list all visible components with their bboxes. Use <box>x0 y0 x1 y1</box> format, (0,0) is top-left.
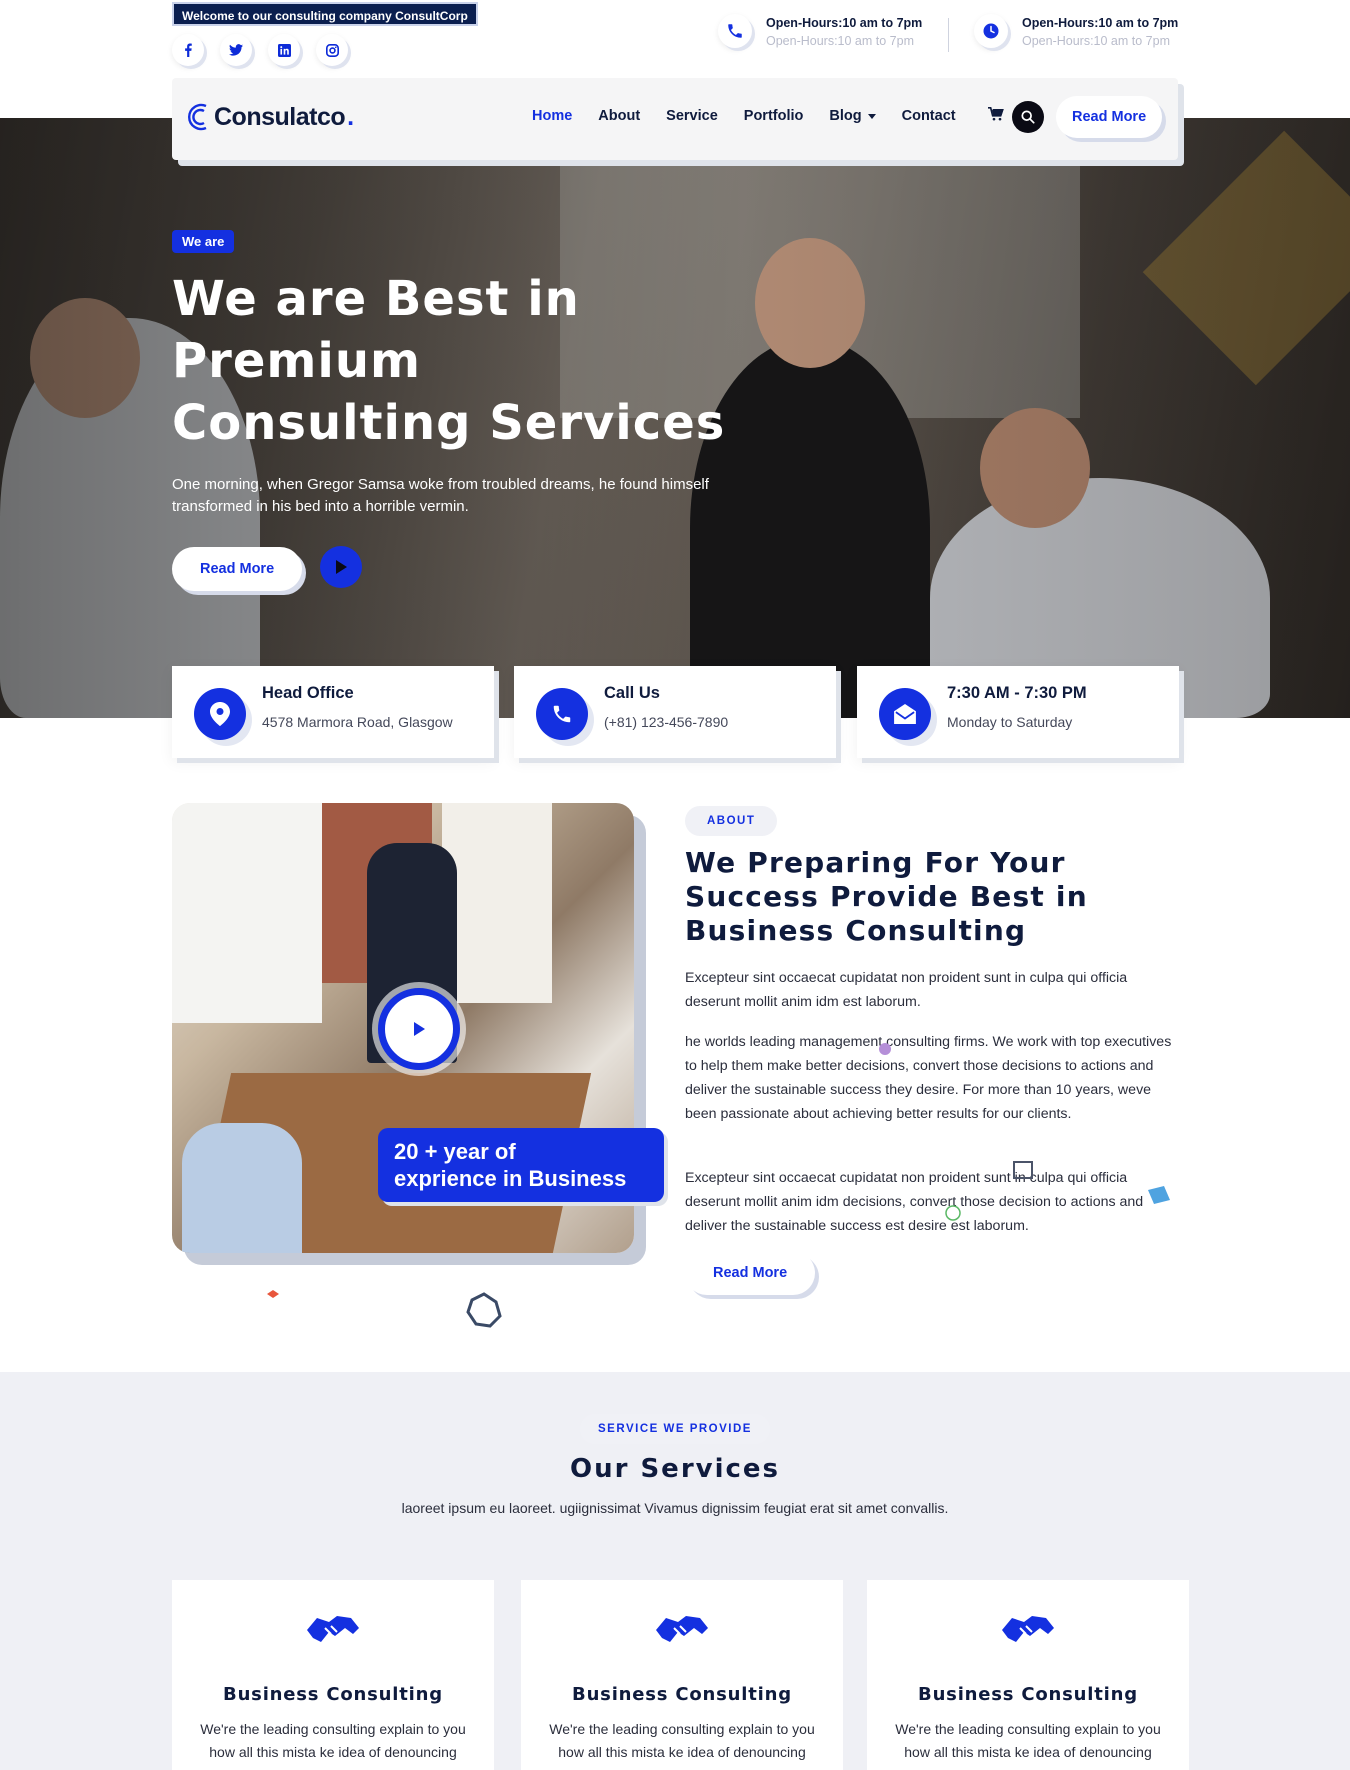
hours-sub-1: Open-Hours:10 am to 7pm <box>766 34 914 48</box>
info-card-sub: Monday to Saturday <box>947 714 1073 730</box>
services-title: Our Services <box>569 1454 781 1484</box>
about-paragraph-1: Excepteur sint occaecat cupidatat non pr… <box>685 970 1128 1010</box>
nav-read-more-button[interactable]: Read More <box>1056 96 1163 138</box>
service-card-title: Business Consulting <box>572 1684 792 1705</box>
about-paragraph-3: Excepteur sint occaecat cupidatat non pr… <box>685 1170 1144 1234</box>
service-card-title: Business Consulting <box>918 1684 1138 1705</box>
envelope-icon <box>879 688 931 740</box>
about-read-more-button[interactable]: Read More <box>685 1251 816 1295</box>
service-card-text: We're the leading consulting explain to … <box>895 1721 1161 1770</box>
nav-item-blog-dropdown[interactable]: Blog <box>829 108 876 124</box>
clock-icon <box>974 14 1008 48</box>
search-icon <box>1021 110 1035 124</box>
info-card-sub: (+81) 123-456-7890 <box>604 714 729 730</box>
decor-leaf-icon <box>1148 1186 1170 1204</box>
nav-item-contact[interactable]: Contact <box>902 108 956 124</box>
service-card-text: We're the leading consulting explain to … <box>549 1721 815 1770</box>
about-tag: ABOUT <box>685 806 778 836</box>
info-card-head-office: Head Office 4578 Marmora Road, Glasgow <box>172 666 494 758</box>
nav-item-home[interactable]: Home <box>532 108 572 124</box>
decor-dot-icon <box>879 1043 891 1055</box>
nav-item-about[interactable]: About <box>598 108 640 124</box>
logo-icon <box>188 103 207 131</box>
nav-item-blog[interactable]: Blog <box>829 108 861 124</box>
instagram-icon[interactable] <box>316 34 348 66</box>
phone-icon <box>536 688 588 740</box>
experience-badge: 20 + year of exprience in Business <box>378 1128 664 1202</box>
info-card-sub: 4578 Marmora Road, Glasgow <box>262 714 453 730</box>
decor-fish-icon <box>267 1290 279 1298</box>
location-pin-icon <box>194 688 246 740</box>
info-card-title: 7:30 AM - 7:30 PM <box>947 684 1087 702</box>
linkedin-icon[interactable] <box>268 34 300 66</box>
services-tag: SERVICE WE PROVIDE <box>580 1414 770 1444</box>
search-button[interactable] <box>1012 101 1044 133</box>
experience-line-2: exprience in Business <box>394 1166 627 1191</box>
about-video-play-button[interactable] <box>378 988 460 1070</box>
service-card[interactable]: Business Consulting We're the leading co… <box>867 1580 1189 1770</box>
about-title: We Preparing For Your Success Provide Be… <box>685 846 1088 947</box>
nav-item-service[interactable]: Service <box>666 108 718 124</box>
hero-section: We are We are Best in Premium Consulting… <box>0 118 1350 718</box>
services-subtitle: laoreet ipsum eu laoreet. ugiignissimat … <box>401 1500 949 1516</box>
hours-title-1: Open-Hours:10 am to 7pm <box>766 16 923 30</box>
hero-title: We are Best in Premium Consulting Servic… <box>172 271 726 451</box>
services-section: SERVICE WE PROVIDE Our Services laoreet … <box>0 1372 1350 1770</box>
service-card-text: We're the leading consulting explain to … <box>200 1721 466 1770</box>
welcome-banner: Welcome to our consulting company Consul… <box>172 2 478 26</box>
nav-item-portfolio[interactable]: Portfolio <box>744 108 804 124</box>
hours-block-1: Open-Hours:10 am to 7pm Open-Hours:10 am… <box>718 14 922 50</box>
decor-circle-icon <box>945 1205 961 1221</box>
service-card-title: Business Consulting <box>223 1684 443 1705</box>
about-image-attendee <box>182 1123 302 1253</box>
hero-read-more-button[interactable]: Read More <box>172 547 303 591</box>
logo[interactable]: Consulatco. <box>186 102 354 132</box>
play-icon <box>414 1022 425 1036</box>
logo-text: Consulatco <box>214 102 346 131</box>
experience-line-1: 20 + year of <box>394 1139 516 1164</box>
hours-sub-2: Open-Hours:10 am to 7pm <box>1022 34 1170 48</box>
about-image-whiteboard <box>172 803 322 1023</box>
handshake-icon <box>1002 1616 1054 1642</box>
phone-icon <box>718 14 752 48</box>
handshake-icon <box>656 1616 708 1642</box>
logo-dot: . <box>347 102 355 131</box>
hours-block-2: Open-Hours:10 am to 7pm Open-Hours:10 am… <box>974 14 1178 50</box>
info-card-title: Head Office <box>262 684 354 702</box>
nav-menu: Home About Service Portfolio Blog Contac… <box>532 108 956 124</box>
info-card-title: Call Us <box>604 684 660 702</box>
handshake-icon <box>307 1616 359 1642</box>
info-card-call-us: Call Us (+81) 123-456-7890 <box>514 666 836 758</box>
service-card[interactable]: Business Consulting We're the leading co… <box>172 1580 494 1770</box>
service-card[interactable]: Business Consulting We're the leading co… <box>521 1580 843 1770</box>
main-navbar: Consulatco. Home About Service Portfolio… <box>172 78 1178 160</box>
hero-badge: We are <box>172 230 235 253</box>
decor-polygon-icon <box>466 1292 502 1328</box>
divider <box>948 18 949 52</box>
chevron-down-icon <box>867 113 876 119</box>
hero-text: One morning, when Gregor Samsa woke from… <box>172 476 709 515</box>
about-image-shelf <box>442 803 552 1003</box>
hero-play-button[interactable] <box>320 546 362 588</box>
cart-icon[interactable] <box>988 107 1004 127</box>
social-links <box>172 34 348 66</box>
facebook-icon[interactable] <box>172 34 204 66</box>
play-icon <box>336 560 347 574</box>
twitter-icon[interactable] <box>220 34 252 66</box>
decor-square-icon <box>1013 1161 1033 1179</box>
info-card-hours: 7:30 AM - 7:30 PM Monday to Saturday <box>857 666 1179 758</box>
about-paragraph-2: he worlds leading management consulting … <box>685 1034 1172 1122</box>
hours-title-2: Open-Hours:10 am to 7pm <box>1022 16 1179 30</box>
